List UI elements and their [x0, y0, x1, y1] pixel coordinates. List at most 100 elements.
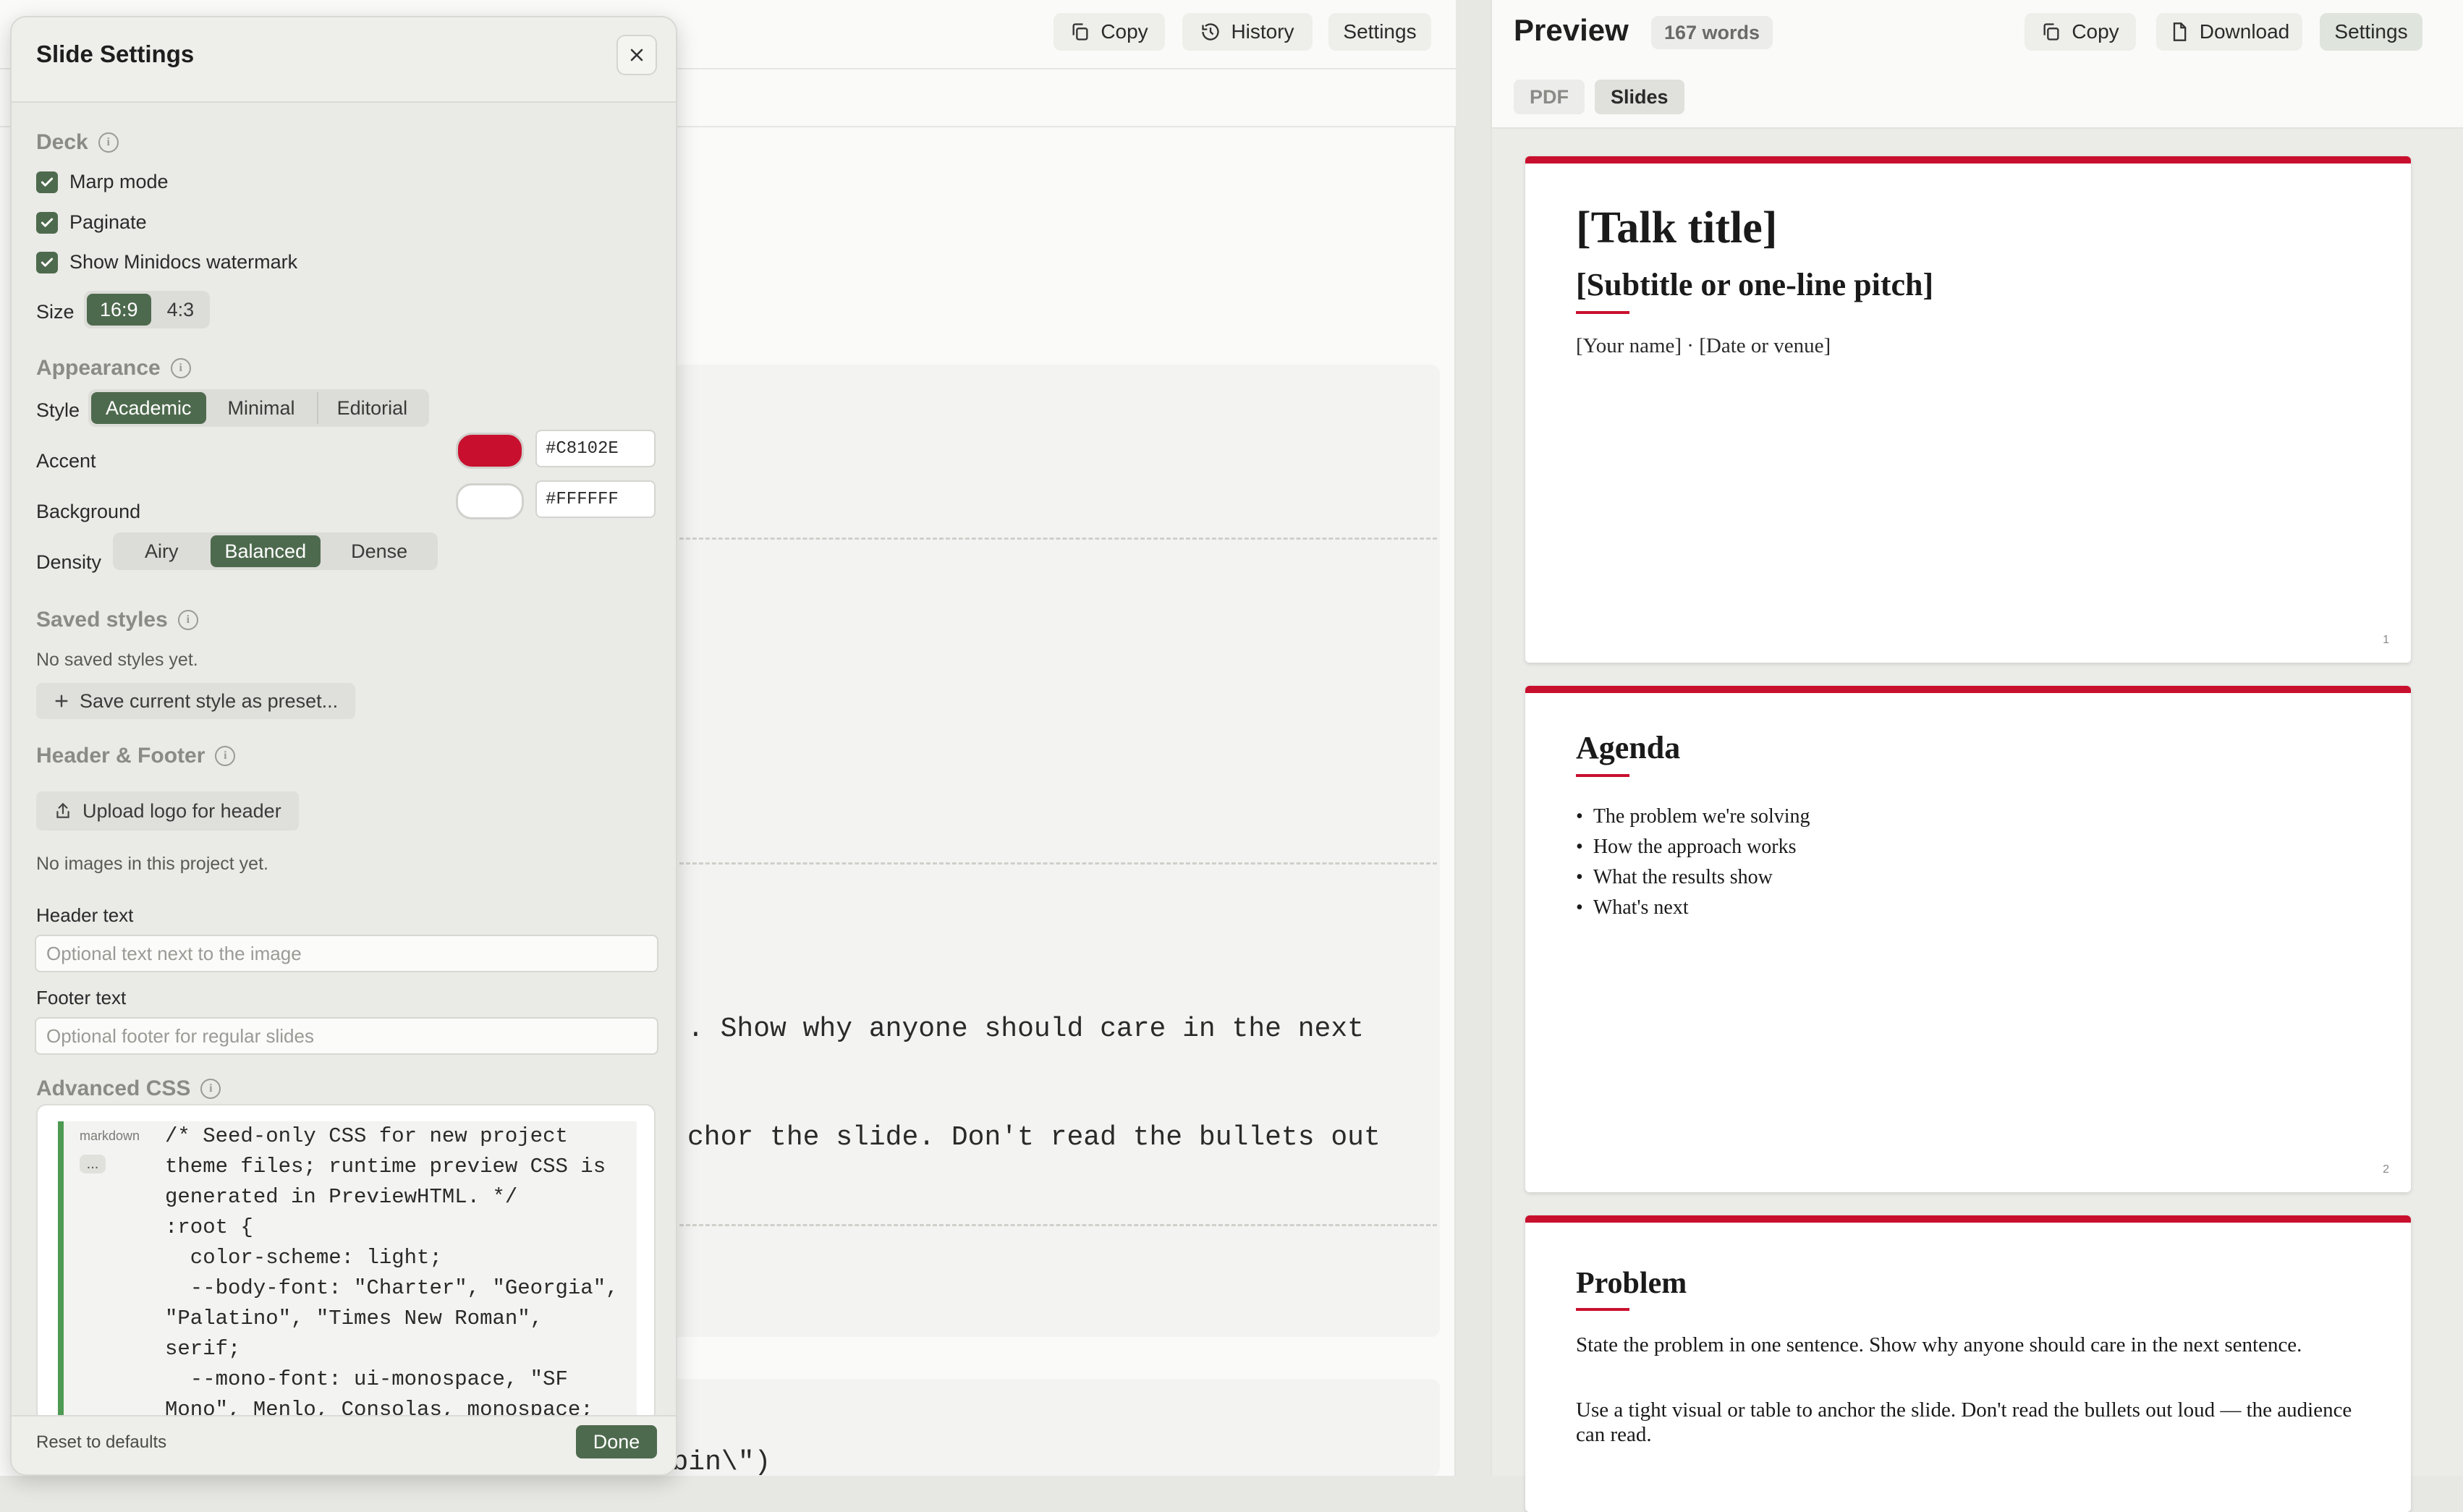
panel-footer: Reset to defaults Done: [12, 1415, 676, 1474]
preview-copy-label: Copy: [2072, 20, 2119, 43]
accent-rule: [1576, 311, 1629, 314]
background-color-swatch[interactable]: [456, 483, 524, 519]
save-preset-label: Save current style as preset...: [80, 689, 339, 712]
info-icon[interactable]: i: [200, 1079, 221, 1099]
preview-header: Preview 167 words Copy Download Settings: [1492, 0, 2463, 65]
advanced-css-section-title: Advanced CSS i: [36, 1076, 221, 1101]
word-count-badge: 167 words: [1651, 16, 1773, 49]
style-option-academic[interactable]: Academic: [91, 392, 206, 424]
close-button[interactable]: [616, 35, 657, 75]
slides-canvas: [Talk title] [Subtitle or one-line pitch…: [1492, 127, 2463, 1512]
info-icon[interactable]: i: [177, 610, 198, 630]
size-selector: 16:9 4:3: [84, 291, 211, 328]
info-icon[interactable]: i: [215, 746, 236, 766]
slide-byline: [Your name] · [Date or venue]: [1576, 334, 1831, 357]
background-hex-input[interactable]: #FFFFFF: [535, 480, 656, 518]
density-option-dense[interactable]: Dense: [323, 535, 435, 567]
advanced-css-title-label: Advanced CSS: [36, 1076, 191, 1100]
copy-icon: [1072, 23, 1088, 41]
preview-title: Preview: [1514, 13, 1629, 47]
slide-number: 1: [2383, 634, 2389, 646]
saved-styles-title-label: Saved styles: [36, 608, 168, 632]
code-language-tag: markdown: [80, 1129, 140, 1143]
bullet: •: [1576, 805, 1583, 828]
size-option-4-3[interactable]: 4:3: [154, 294, 208, 326]
accent-color-swatch[interactable]: [456, 433, 524, 469]
slide-title: [Talk title]: [1576, 203, 1778, 252]
history-label: History: [1231, 20, 1294, 43]
editor-code-block[interactable]: [651, 365, 1440, 1337]
slide-title: Agenda: [1576, 730, 1681, 765]
copy-icon: [2043, 23, 2059, 41]
more-options-button[interactable]: ...: [80, 1155, 106, 1173]
accent-rule: [1576, 1308, 1629, 1311]
agenda-item: The problem we're solving: [1593, 805, 1810, 828]
document-icon: [2173, 22, 2187, 41]
density-option-airy[interactable]: Airy: [116, 535, 208, 567]
upload-logo-button[interactable]: Upload logo for header: [36, 791, 299, 831]
plus-icon: [55, 695, 68, 708]
history-button[interactable]: History: [1182, 13, 1313, 51]
density-option-balanced[interactable]: Balanced: [210, 535, 321, 567]
paginate-label: Paginate: [69, 211, 147, 233]
background-label: Background: [36, 501, 141, 522]
slide-paragraph: State the problem in one sentence. Show …: [1576, 1333, 2302, 1356]
appearance-section-title: Appearance i: [36, 356, 191, 381]
slide-1[interactable]: [Talk title] [Subtitle or one-line pitch…: [1525, 156, 2411, 663]
accent-rule: [1576, 774, 1629, 777]
saved-styles-section-title: Saved styles i: [36, 608, 198, 632]
close-icon: [630, 48, 643, 61]
info-icon[interactable]: i: [170, 358, 191, 378]
agenda-list: • The problem we're solving • How the appr…: [1576, 802, 1810, 923]
size-label: Size: [36, 301, 75, 323]
preview-settings-button[interactable]: Settings: [2320, 13, 2422, 51]
preview-settings-label: Settings: [2334, 20, 2408, 43]
history-icon: [1202, 23, 1220, 41]
bullet: •: [1576, 896, 1583, 919]
panel-header: Slide Settings: [12, 17, 676, 103]
bullet: •: [1576, 836, 1583, 858]
saved-styles-empty: No saved styles yet.: [36, 650, 198, 670]
slide-subtitle: [Subtitle or one-line pitch]: [1576, 267, 1934, 302]
paginate-checkbox[interactable]: Paginate: [36, 211, 147, 234]
deck-section-title: Deck i: [36, 130, 119, 155]
slide-3[interactable]: Problem State the problem in one sentenc…: [1525, 1215, 2411, 1512]
agenda-item: What the results show: [1593, 866, 1773, 888]
download-button[interactable]: Download: [2156, 13, 2302, 51]
size-option-16-9[interactable]: 16:9: [87, 294, 151, 326]
preview-copy-button[interactable]: Copy: [2025, 13, 2136, 51]
check-icon: [36, 251, 58, 273]
reset-defaults-link[interactable]: Reset to defaults: [36, 1432, 166, 1453]
marp-mode-checkbox[interactable]: Marp mode: [36, 171, 169, 193]
save-preset-button[interactable]: Save current style as preset...: [36, 683, 356, 719]
tab-pdf[interactable]: PDF: [1514, 80, 1585, 114]
agenda-item: How the approach works: [1593, 836, 1797, 858]
editor-settings-button[interactable]: Settings: [1328, 13, 1431, 51]
editor-line: chor the slide. Don't read the bullets o…: [687, 1122, 1381, 1153]
appearance-title-label: Appearance: [36, 356, 161, 380]
deck-title-label: Deck: [36, 130, 88, 154]
footer-text-input[interactable]: Optional footer for regular slides: [35, 1017, 658, 1055]
preview-pane: Preview 167 words Copy Download Settings…: [1491, 0, 2463, 1512]
style-option-minimal[interactable]: Minimal: [209, 392, 314, 424]
no-images-text: No images in this project yet.: [36, 854, 268, 874]
tab-slides[interactable]: Slides: [1595, 80, 1684, 114]
style-label: Style: [36, 399, 80, 421]
accent-label: Accent: [36, 450, 96, 472]
slide-2[interactable]: Agenda • The problem we're solving • How t…: [1525, 686, 2411, 1192]
header-text-input[interactable]: Optional text next to the image: [35, 935, 658, 972]
accent-hex-input[interactable]: #C8102E: [535, 430, 656, 467]
css-code-block[interactable]: markdown ... /* Seed-only CSS for new pr…: [58, 1121, 637, 1421]
watermark-checkbox[interactable]: Show Minidocs watermark: [36, 251, 297, 273]
panel-title: Slide Settings: [36, 41, 195, 67]
editor-settings-label: Settings: [1343, 20, 1417, 43]
upload-logo-label: Upload logo for header: [82, 799, 281, 822]
editor-copy-label: Copy: [1101, 20, 1148, 43]
info-icon[interactable]: i: [98, 132, 119, 153]
slide-settings-panel: Slide Settings Deck i Marp mode Paginate…: [10, 16, 677, 1476]
header-text-label: Header text: [36, 904, 134, 926]
done-button[interactable]: Done: [576, 1425, 657, 1458]
style-option-editorial[interactable]: Editorial: [316, 392, 427, 424]
advanced-css-editor[interactable]: markdown ... /* Seed-only CSS for new pr…: [36, 1104, 656, 1422]
editor-copy-button[interactable]: Copy: [1054, 13, 1165, 51]
